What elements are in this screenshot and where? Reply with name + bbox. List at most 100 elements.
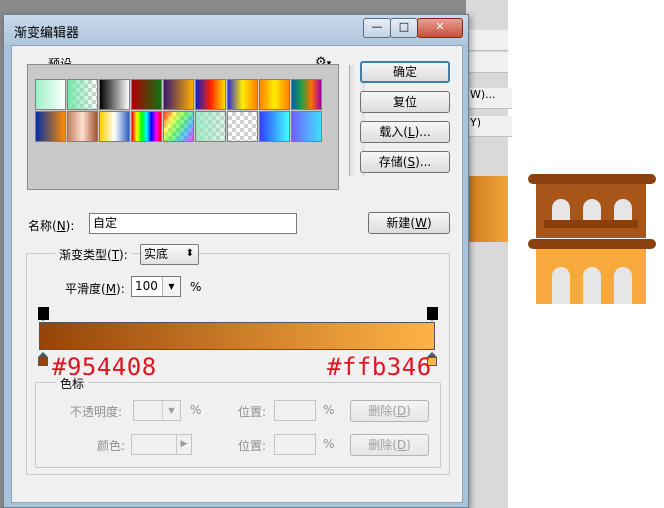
dialog-title: 渐变编辑器 <box>14 26 80 41</box>
building-icon <box>528 174 656 304</box>
background-menu-text: W)... <box>470 88 496 101</box>
load-button[interactable]: 载入(L)... <box>360 121 450 143</box>
color-stop-swatch <box>38 357 48 366</box>
end-color-annotation: #ffb346 <box>327 353 432 381</box>
opacity-stop-left[interactable] <box>38 307 49 321</box>
opacity-unit: % <box>190 403 202 417</box>
delete-suffix: ) <box>406 438 411 452</box>
save-button[interactable]: 存储(S)... <box>360 151 450 173</box>
name-label-text: 名称( <box>28 219 57 233</box>
preset-swatch[interactable] <box>259 79 290 110</box>
delete-mnemonic: D <box>396 438 407 452</box>
preset-swatch[interactable] <box>195 111 226 142</box>
gradient-type-select[interactable]: 实底 ⬍ <box>140 244 199 265</box>
ok-button[interactable]: 确定 <box>360 61 450 83</box>
preset-swatch[interactable] <box>163 111 194 142</box>
delete-label: 删除( <box>368 404 397 418</box>
preset-swatch[interactable] <box>131 79 162 110</box>
title-bar[interactable]: 渐变编辑器 — □ ✕ <box>4 15 468 45</box>
position-input-2[interactable] <box>274 434 316 455</box>
background-menu-row <box>466 30 508 51</box>
new-button-suffix: ) <box>426 216 432 230</box>
close-button[interactable]: ✕ <box>417 18 463 38</box>
preset-swatch[interactable] <box>259 111 290 142</box>
position-label-1: 位置: <box>238 405 267 419</box>
smoothness-unit: % <box>190 280 202 294</box>
new-button[interactable]: 新建(W) <box>368 212 450 234</box>
delete-button-2[interactable]: 删除(D) <box>350 434 429 456</box>
lower-windows <box>552 267 632 304</box>
gradient-type-label-text: 渐变类型( <box>59 248 112 262</box>
preset-swatch[interactable] <box>67 79 98 110</box>
position-input-1[interactable] <box>274 400 316 421</box>
save-button-mnemonic: S <box>407 155 416 169</box>
preset-swatch[interactable] <box>99 111 130 142</box>
name-label-mnemonic: N <box>56 219 66 233</box>
reset-button[interactable]: 复位 <box>360 91 450 113</box>
preset-swatch[interactable] <box>67 111 98 142</box>
window <box>583 199 601 220</box>
upper-windows <box>552 199 632 220</box>
building-balcony-rail <box>544 220 638 228</box>
position-unit-1: % <box>323 403 335 417</box>
updown-arrow-icon: ⬍ <box>185 248 194 259</box>
minimize-button[interactable]: — <box>363 18 391 38</box>
preset-swatch[interactable] <box>291 111 322 142</box>
save-button-suffix: )... <box>415 155 432 169</box>
background-menu-row: W)... <box>466 88 512 109</box>
smoothness-value: 100 <box>135 279 158 293</box>
minimize-icon: — <box>371 20 383 33</box>
opacity-input[interactable]: ▼ <box>133 400 181 421</box>
building-roof <box>528 174 656 184</box>
delete-suffix: ) <box>406 404 411 418</box>
gradient-type-label: 渐变类型(T): <box>55 246 132 263</box>
opacity-stop-right[interactable] <box>427 307 438 321</box>
background-gradient-strip <box>466 176 508 242</box>
smoothness-label-text: 平滑度( <box>65 282 106 296</box>
smoothness-input[interactable]: 100 ▼ <box>131 276 181 297</box>
load-button-mnemonic: L <box>407 125 415 139</box>
delete-mnemonic: D <box>396 404 407 418</box>
name-label: 名称(N): <box>28 217 74 234</box>
color-label: 颜色: <box>97 439 126 453</box>
new-button-mnemonic: W <box>415 216 427 230</box>
position-label-2: 位置: <box>238 439 267 453</box>
gradient-preview-bar[interactable] <box>39 322 435 350</box>
save-button-label: 存储( <box>378 155 408 169</box>
name-input[interactable]: 自定 <box>89 213 297 234</box>
close-icon: ✕ <box>435 20 445 33</box>
smoothness-mnemonic: M <box>105 282 117 296</box>
new-button-label: 新建( <box>386 216 416 230</box>
color-picker[interactable]: ▶ <box>131 434 192 455</box>
building-ledge <box>528 239 656 249</box>
preset-swatch[interactable] <box>35 79 66 110</box>
preset-swatch[interactable] <box>163 79 194 110</box>
preset-swatch[interactable] <box>99 79 130 110</box>
preset-swatch[interactable] <box>227 79 258 110</box>
name-label-suffix: ): <box>65 219 75 233</box>
gradient-type-suffix: ): <box>119 248 128 262</box>
background-menu-text: Y) <box>470 116 482 129</box>
smoothness-suffix: ): <box>116 282 125 296</box>
load-button-suffix: )... <box>414 125 431 139</box>
window <box>614 199 632 220</box>
preset-swatch[interactable] <box>227 111 258 142</box>
dropdown-arrow-icon[interactable]: ▼ <box>162 401 180 420</box>
triangle-right-icon: ▶ <box>176 435 191 454</box>
delete-label: 删除( <box>368 438 397 452</box>
smoothness-label: 平滑度(M): <box>65 280 125 297</box>
preset-swatch[interactable] <box>195 79 226 110</box>
window <box>583 267 601 304</box>
gradient-type-value: 实底 <box>144 247 169 261</box>
maximize-button[interactable]: □ <box>390 18 418 38</box>
preset-swatch[interactable] <box>131 111 162 142</box>
position-unit-2: % <box>323 437 335 451</box>
preset-swatch[interactable] <box>35 111 66 142</box>
preset-swatch[interactable] <box>291 79 322 110</box>
window <box>614 267 632 304</box>
color-stop-left[interactable] <box>38 352 48 366</box>
background-menu-row <box>466 52 508 73</box>
dropdown-arrow-icon[interactable]: ▼ <box>162 277 180 296</box>
background-panel: W)... Y) <box>466 0 512 508</box>
delete-button-1[interactable]: 删除(D) <box>350 400 429 422</box>
